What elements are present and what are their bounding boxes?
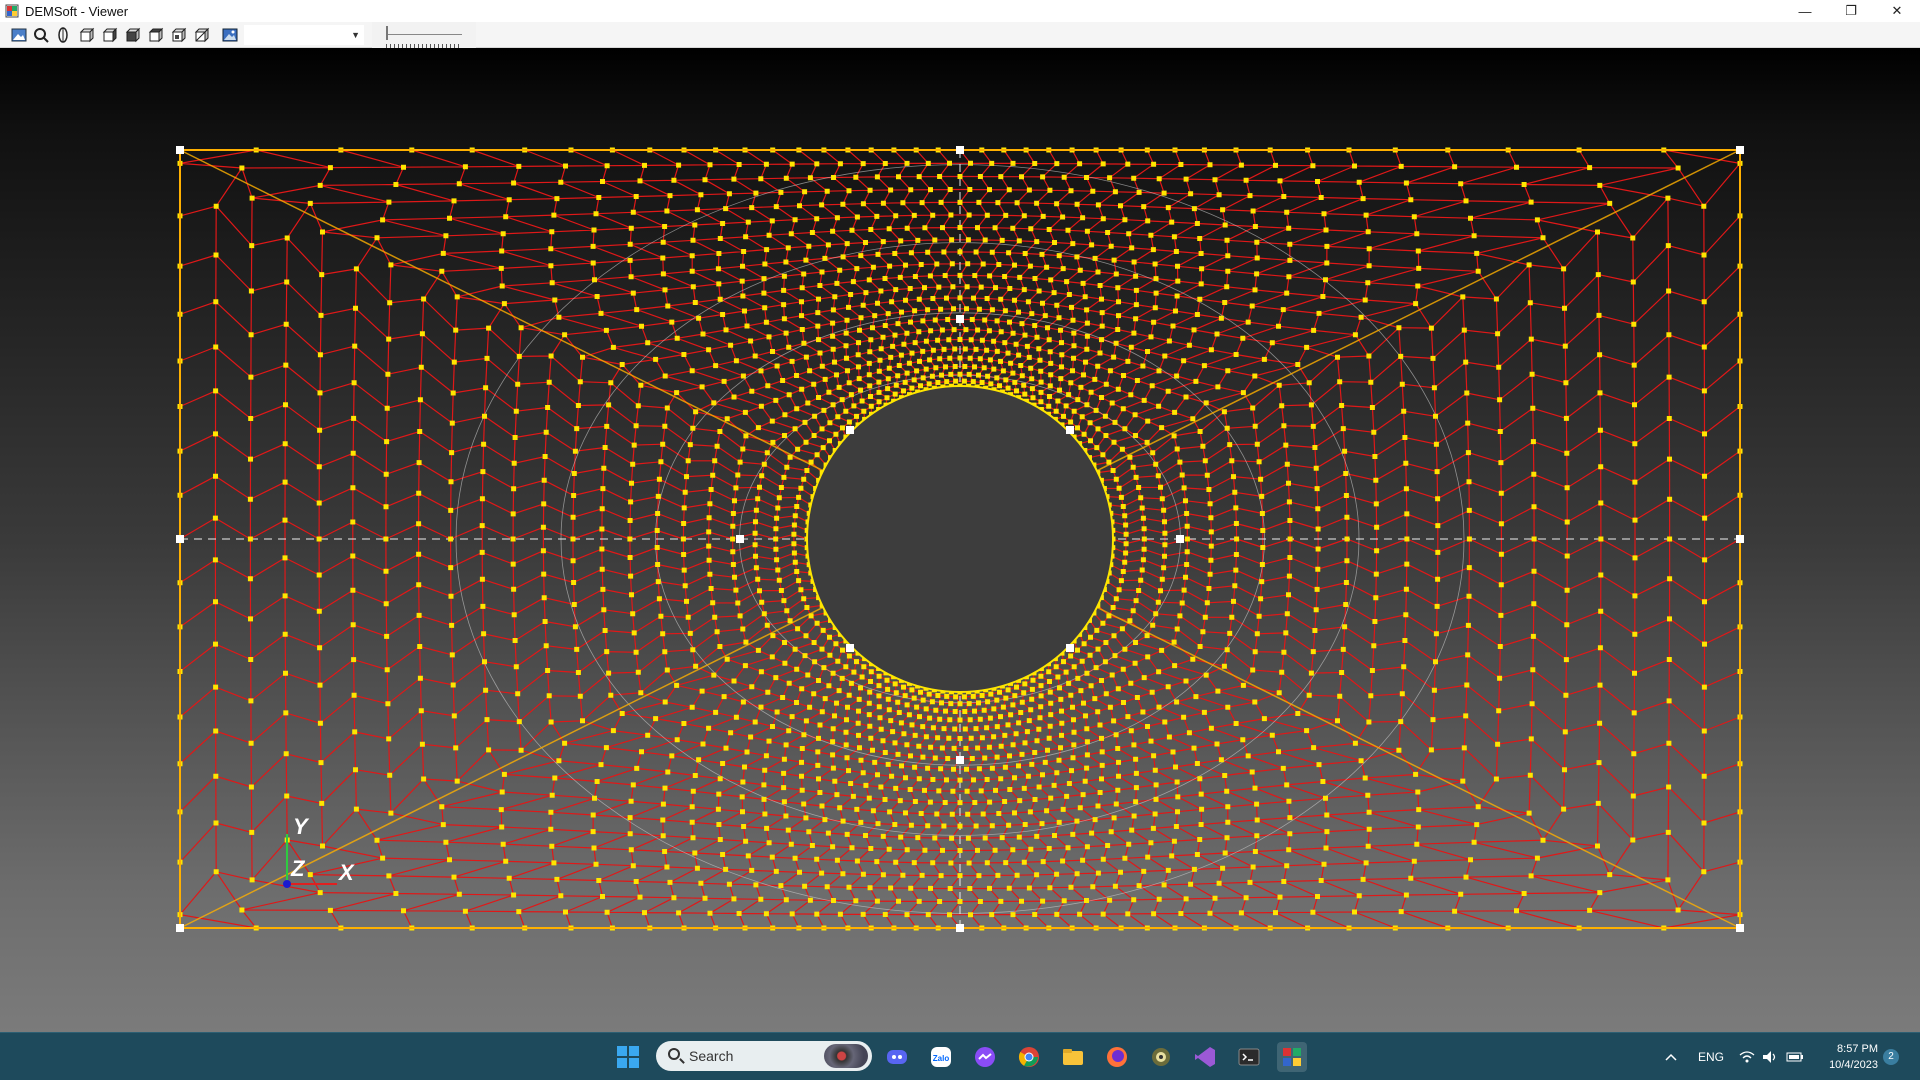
axis-y-label: Y bbox=[293, 814, 310, 839]
svg-text:Zalo: Zalo bbox=[933, 1054, 950, 1063]
clock[interactable]: 8:57 PM 10/4/2023 bbox=[1818, 1041, 1878, 1073]
taskbar: Search Zalo ENG 8:57 PM 10/4/2023 2 bbox=[0, 1032, 1920, 1080]
control-point bbox=[956, 756, 964, 764]
cube-left-icon[interactable] bbox=[124, 26, 142, 44]
viewport[interactable]: YZ X bbox=[0, 48, 1920, 1032]
control-point bbox=[956, 146, 964, 154]
restore-button[interactable]: ❐ bbox=[1828, 0, 1874, 22]
search-placeholder: Search bbox=[689, 1048, 734, 1064]
search-input[interactable]: Search bbox=[656, 1041, 872, 1071]
messenger-icon[interactable] bbox=[970, 1042, 1000, 1072]
control-point bbox=[1066, 426, 1074, 434]
app-icon[interactable] bbox=[1146, 1042, 1176, 1072]
visual-studio-icon[interactable] bbox=[1190, 1042, 1220, 1072]
zoom-icon[interactable] bbox=[32, 26, 50, 44]
volume-icon[interactable] bbox=[1762, 1033, 1778, 1080]
axis-z-label: Z bbox=[290, 856, 306, 881]
search-highlight-image bbox=[824, 1044, 868, 1068]
cube-back-icon[interactable] bbox=[101, 26, 119, 44]
mesh-canvas: YZ X bbox=[176, 146, 1744, 932]
slider-thumb[interactable] bbox=[386, 26, 388, 40]
cube-front-icon[interactable] bbox=[78, 26, 96, 44]
clock-date: 10/4/2023 bbox=[1829, 1059, 1878, 1071]
control-point bbox=[846, 426, 854, 434]
slider-track[interactable] bbox=[386, 34, 462, 35]
control-point bbox=[176, 146, 184, 154]
axis-x-label: X bbox=[337, 860, 355, 885]
cube-bottom-icon[interactable] bbox=[193, 26, 211, 44]
cube-right-icon[interactable] bbox=[147, 26, 165, 44]
screenshot-icon[interactable] bbox=[221, 26, 239, 44]
tray-chevron-icon[interactable] bbox=[1664, 1033, 1678, 1080]
view-select[interactable]: ▼ bbox=[244, 25, 364, 45]
control-point bbox=[1176, 535, 1184, 543]
control-point bbox=[1066, 644, 1074, 652]
cube-top-icon[interactable] bbox=[170, 26, 188, 44]
discord-icon[interactable] bbox=[882, 1042, 912, 1072]
control-point bbox=[956, 315, 964, 323]
file-explorer-icon[interactable] bbox=[1058, 1042, 1088, 1072]
window-title: DEMSoft - Viewer bbox=[25, 3, 129, 19]
close-button[interactable]: ✕ bbox=[1874, 0, 1920, 22]
title-bar: DEMSoft - Viewer — ❐ ✕ bbox=[0, 0, 1920, 22]
language-indicator[interactable]: ENG bbox=[1698, 1033, 1724, 1080]
axis-z-point bbox=[283, 880, 291, 888]
control-point bbox=[176, 924, 184, 932]
rotate-icon[interactable] bbox=[54, 26, 72, 44]
minimize-button[interactable]: — bbox=[1782, 0, 1828, 22]
firefox-icon[interactable] bbox=[1102, 1042, 1132, 1072]
control-point bbox=[1736, 146, 1744, 154]
terminal-icon[interactable] bbox=[1234, 1042, 1264, 1072]
control-point bbox=[956, 924, 964, 932]
demsoft-icon[interactable] bbox=[1277, 1042, 1307, 1072]
image-icon[interactable] bbox=[10, 26, 28, 44]
search-icon bbox=[668, 1048, 680, 1060]
windows-start-icon[interactable] bbox=[613, 1042, 643, 1072]
battery-icon[interactable] bbox=[1786, 1033, 1804, 1080]
control-point bbox=[736, 535, 744, 543]
app-icon bbox=[5, 4, 19, 18]
chevron-down-icon: ▼ bbox=[351, 30, 360, 40]
wifi-icon[interactable] bbox=[1739, 1033, 1755, 1080]
clock-time: 8:57 PM bbox=[1837, 1043, 1878, 1055]
chrome-icon[interactable] bbox=[1014, 1042, 1044, 1072]
notification-badge[interactable]: 2 bbox=[1883, 1049, 1899, 1065]
zalo-icon[interactable]: Zalo bbox=[926, 1042, 956, 1072]
control-point bbox=[1736, 535, 1744, 543]
control-point bbox=[1736, 924, 1744, 932]
control-point bbox=[846, 644, 854, 652]
control-point bbox=[176, 535, 184, 543]
